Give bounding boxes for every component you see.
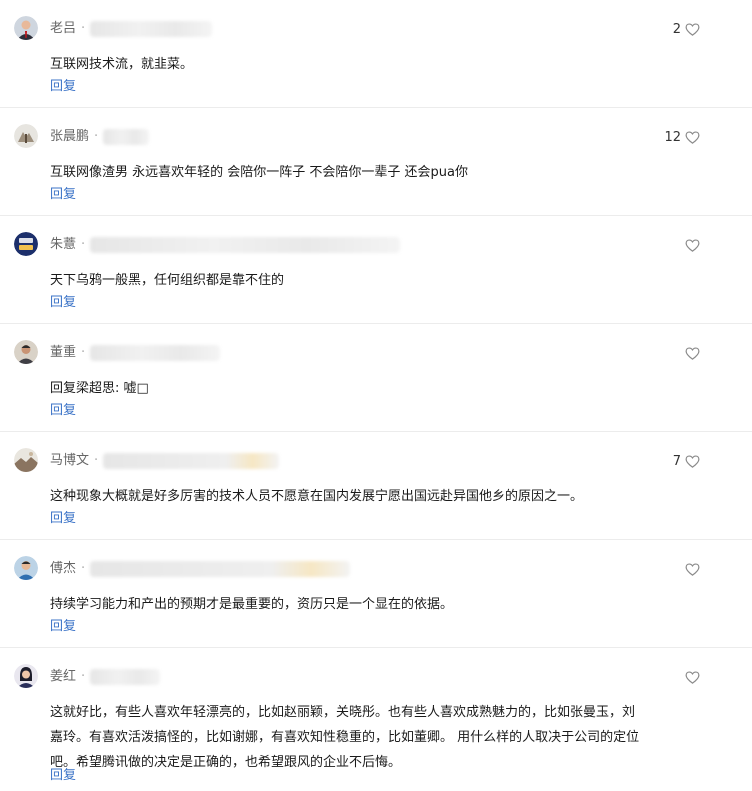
avatar[interactable] — [14, 124, 38, 148]
comment-list: 老吕 · 2 互联网技术流，就韭菜。 回复 张晨鹏 · 12 互联网像渣男 永远… — [0, 0, 752, 791]
user-name[interactable]: 老吕 — [50, 18, 76, 40]
user-name[interactable]: 姜红 — [50, 666, 76, 688]
heart-icon — [685, 454, 700, 468]
like-button[interactable] — [681, 666, 700, 688]
comment-text: 这就好比，有些人喜欢年轻漂亮的，比如赵丽颖，关晓彤。也有些人喜欢成熟魅力的，比如… — [50, 705, 640, 770]
reply-link[interactable]: 回复 — [50, 399, 76, 418]
comment-text: 回复梁超思: 嘘□ — [50, 381, 149, 396]
like-button[interactable]: 2 — [673, 18, 700, 40]
comment-text: 这种现象大概就是好多厉害的技术人员不愿意在国内发展宁愿出国远赴异国他乡的原因之一… — [50, 489, 584, 504]
avatar[interactable] — [14, 556, 38, 580]
comment-header: 朱薏 · — [50, 234, 401, 256]
redacted-region — [103, 129, 150, 145]
user-name[interactable]: 董重 — [50, 342, 76, 364]
like-button[interactable]: 12 — [664, 126, 700, 148]
separator-dot: · — [81, 561, 86, 576]
heart-icon — [685, 130, 700, 144]
separator-dot: · — [81, 345, 86, 360]
comment-header: 张晨鹏 · — [50, 126, 150, 148]
heart-icon — [685, 22, 700, 36]
user-name[interactable]: 张晨鹏 — [50, 126, 89, 148]
comment-text: 持续学习能力和产出的预期才是最重要的，资历只是一个显在的依据。 — [50, 597, 454, 612]
comment-item: 姜红 · 这就好比，有些人喜欢年轻漂亮的，比如赵丽颖，关晓彤。也有些人喜欢成熟魅… — [0, 648, 752, 791]
redacted-region — [90, 669, 161, 685]
like-button[interactable]: 7 — [673, 450, 700, 472]
redacted-region — [103, 453, 280, 469]
user-name[interactable]: 马博文 — [50, 450, 89, 472]
comment-text: 互联网技术流，就韭菜。 — [50, 57, 194, 72]
avatar[interactable] — [14, 664, 38, 688]
reply-link[interactable]: 回复 — [50, 75, 76, 94]
separator-dot: · — [81, 21, 86, 36]
comment-text: 天下乌鸦一般黑，任何组织都是靠不住的 — [50, 273, 285, 288]
comment-header: 马博文 · — [50, 450, 280, 472]
reply-link[interactable]: 回复 — [50, 291, 76, 310]
separator-dot: · — [94, 453, 99, 468]
comment-item: 朱薏 · 天下乌鸦一般黑，任何组织都是靠不住的 回复 — [0, 216, 752, 324]
avatar[interactable] — [14, 232, 38, 256]
avatar[interactable] — [14, 448, 38, 472]
avatar[interactable] — [14, 340, 38, 364]
comment-header: 姜红 · — [50, 666, 161, 688]
separator-dot: · — [81, 237, 86, 252]
reply-link[interactable]: 回复 — [50, 183, 76, 202]
like-button[interactable] — [681, 234, 700, 256]
heart-icon — [685, 238, 700, 252]
heart-icon — [685, 562, 700, 576]
comment-item: 傅杰 · 持续学习能力和产出的预期才是最重要的，资历只是一个显在的依据。 回复 — [0, 540, 752, 648]
comment-header: 老吕 · — [50, 18, 213, 40]
avatar[interactable] — [14, 16, 38, 40]
comment-header: 董重 · — [50, 342, 221, 364]
heart-icon — [685, 346, 700, 360]
like-button[interactable] — [681, 558, 700, 580]
comment-item: 董重 · 回复梁超思: 嘘□ 回复 — [0, 324, 752, 432]
comment-item: 马博文 · 7 这种现象大概就是好多厉害的技术人员不愿意在国内发展宁愿出国远赴异… — [0, 432, 752, 540]
redacted-region — [90, 237, 401, 253]
comment-item: 张晨鹏 · 12 互联网像渣男 永远喜欢年轻的 会陪你一阵子 不会陪你一辈子 还… — [0, 108, 752, 216]
like-count: 12 — [664, 129, 681, 145]
comment-header: 傅杰 · — [50, 558, 351, 580]
user-name[interactable]: 傅杰 — [50, 558, 76, 580]
like-count: 2 — [672, 21, 681, 37]
comment-text: 互联网像渣男 永远喜欢年轻的 会陪你一阵子 不会陪你一辈子 还会pua你 — [50, 165, 468, 180]
separator-dot: · — [81, 669, 86, 684]
reply-link[interactable]: 回复 — [50, 507, 76, 526]
redacted-region — [90, 561, 351, 577]
like-count: 7 — [672, 453, 681, 469]
reply-link[interactable]: 回复 — [50, 764, 76, 783]
user-name[interactable]: 朱薏 — [50, 234, 76, 256]
redacted-region — [90, 345, 221, 361]
reply-link[interactable]: 回复 — [50, 615, 76, 634]
like-button[interactable] — [681, 342, 700, 364]
redacted-region — [90, 21, 213, 37]
heart-icon — [685, 670, 700, 684]
comment-item: 老吕 · 2 互联网技术流，就韭菜。 回复 — [0, 0, 752, 108]
separator-dot: · — [94, 129, 99, 144]
